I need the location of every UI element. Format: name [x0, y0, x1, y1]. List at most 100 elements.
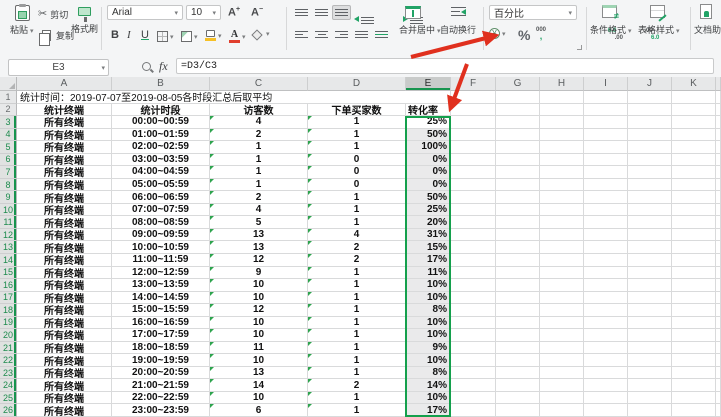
- cell[interactable]: [451, 104, 496, 117]
- cell[interactable]: [540, 342, 584, 355]
- cell[interactable]: [496, 91, 540, 104]
- cell[interactable]: [451, 404, 496, 417]
- cell[interactable]: [540, 367, 584, 380]
- cell[interactable]: 所有终端: [17, 116, 112, 129]
- cell[interactable]: 所有终端: [17, 191, 112, 204]
- cell[interactable]: 1: [308, 116, 406, 129]
- cell[interactable]: [451, 241, 496, 254]
- column-header-C[interactable]: C: [210, 77, 308, 91]
- name-box[interactable]: E3 ▾: [8, 59, 109, 76]
- cell[interactable]: [496, 292, 540, 305]
- cell[interactable]: [716, 317, 721, 330]
- cell[interactable]: [584, 292, 628, 305]
- cell[interactable]: [628, 317, 672, 330]
- cell[interactable]: 所有终端: [17, 129, 112, 142]
- row-header-10[interactable]: 10: [0, 204, 17, 217]
- fill-color-button[interactable]: ▾: [205, 30, 222, 41]
- cell[interactable]: [628, 329, 672, 342]
- cell[interactable]: [451, 116, 496, 129]
- cell[interactable]: [496, 254, 540, 267]
- cell[interactable]: 8%: [406, 304, 451, 317]
- cell[interactable]: 0%: [406, 166, 451, 179]
- cell[interactable]: [540, 129, 584, 142]
- conditional-format-button[interactable]: 条件格式▾: [590, 5, 632, 37]
- cell[interactable]: [540, 317, 584, 330]
- cell[interactable]: 2: [308, 254, 406, 267]
- row-header-18[interactable]: 18: [0, 304, 17, 317]
- cell[interactable]: 10: [210, 317, 308, 330]
- cell[interactable]: [584, 367, 628, 380]
- cell[interactable]: [540, 104, 584, 117]
- cell[interactable]: 13: [210, 367, 308, 380]
- cell[interactable]: [628, 267, 672, 280]
- cell[interactable]: [496, 279, 540, 292]
- cell[interactable]: [496, 229, 540, 242]
- cell[interactable]: [584, 379, 628, 392]
- cell[interactable]: [451, 166, 496, 179]
- header-cell[interactable]: 下单买家数: [308, 104, 406, 117]
- row-header-22[interactable]: 22: [0, 354, 17, 367]
- cell[interactable]: [672, 229, 716, 242]
- cell[interactable]: 所有终端: [17, 229, 112, 242]
- font-size-select[interactable]: 10▾: [186, 5, 221, 20]
- cell[interactable]: [628, 292, 672, 305]
- cell[interactable]: 10%: [406, 354, 451, 367]
- cell[interactable]: 10: [210, 292, 308, 305]
- cell[interactable]: [672, 241, 716, 254]
- cell[interactable]: 1: [308, 129, 406, 142]
- cell[interactable]: [496, 329, 540, 342]
- cell[interactable]: [672, 91, 716, 104]
- cell[interactable]: [496, 179, 540, 192]
- row-header-9[interactable]: 9: [0, 191, 17, 204]
- cell[interactable]: [584, 329, 628, 342]
- row-header-21[interactable]: 21: [0, 342, 17, 355]
- cell[interactable]: [451, 329, 496, 342]
- cell[interactable]: [451, 204, 496, 217]
- cell[interactable]: [496, 404, 540, 417]
- merge-center-button[interactable]: 合并居中▾: [399, 6, 441, 37]
- cell[interactable]: [672, 267, 716, 280]
- cell[interactable]: 0: [308, 154, 406, 167]
- dialog-launcher[interactable]: [577, 45, 582, 50]
- cell[interactable]: [628, 392, 672, 405]
- cell[interactable]: 17%: [406, 404, 451, 417]
- cell[interactable]: [628, 367, 672, 380]
- header-cell[interactable]: 转化率: [406, 104, 451, 117]
- cell[interactable]: [496, 154, 540, 167]
- cell[interactable]: 17%: [406, 254, 451, 267]
- cell[interactable]: 08:00~08:59: [112, 216, 210, 229]
- cell[interactable]: 1: [308, 342, 406, 355]
- cell[interactable]: [496, 367, 540, 380]
- active-cell[interactable]: 25%: [406, 116, 451, 129]
- header-cell[interactable]: 统计时段: [112, 104, 210, 117]
- cell[interactable]: [716, 154, 721, 167]
- row-header-25[interactable]: 25: [0, 392, 17, 405]
- cell[interactable]: 所有终端: [17, 354, 112, 367]
- cell[interactable]: 31%: [406, 229, 451, 242]
- column-header-E[interactable]: E: [406, 77, 451, 91]
- cell[interactable]: [496, 191, 540, 204]
- cell[interactable]: [540, 392, 584, 405]
- cell[interactable]: 50%: [406, 129, 451, 142]
- row-header-24[interactable]: 24: [0, 379, 17, 392]
- cell[interactable]: [584, 304, 628, 317]
- cell[interactable]: [540, 329, 584, 342]
- number-format-select[interactable]: 百分比▾: [489, 5, 577, 20]
- cell[interactable]: [540, 267, 584, 280]
- cell[interactable]: [451, 179, 496, 192]
- cell[interactable]: [451, 254, 496, 267]
- cell[interactable]: 10: [210, 279, 308, 292]
- row-header-4[interactable]: 4: [0, 129, 17, 142]
- cell[interactable]: [672, 179, 716, 192]
- cell[interactable]: [716, 141, 721, 154]
- cell[interactable]: 12: [210, 304, 308, 317]
- header-cell[interactable]: 访客数: [210, 104, 308, 117]
- cell[interactable]: [628, 116, 672, 129]
- paste-button[interactable]: 粘贴▾: [10, 5, 34, 37]
- cell[interactable]: 10%: [406, 317, 451, 330]
- eraser-button[interactable]: ▾: [253, 29, 270, 39]
- font-color-button[interactable]: A▾: [229, 30, 246, 43]
- cell[interactable]: [672, 379, 716, 392]
- wrap-text-button[interactable]: 自动换行: [440, 6, 476, 35]
- cell[interactable]: 所有终端: [17, 404, 112, 417]
